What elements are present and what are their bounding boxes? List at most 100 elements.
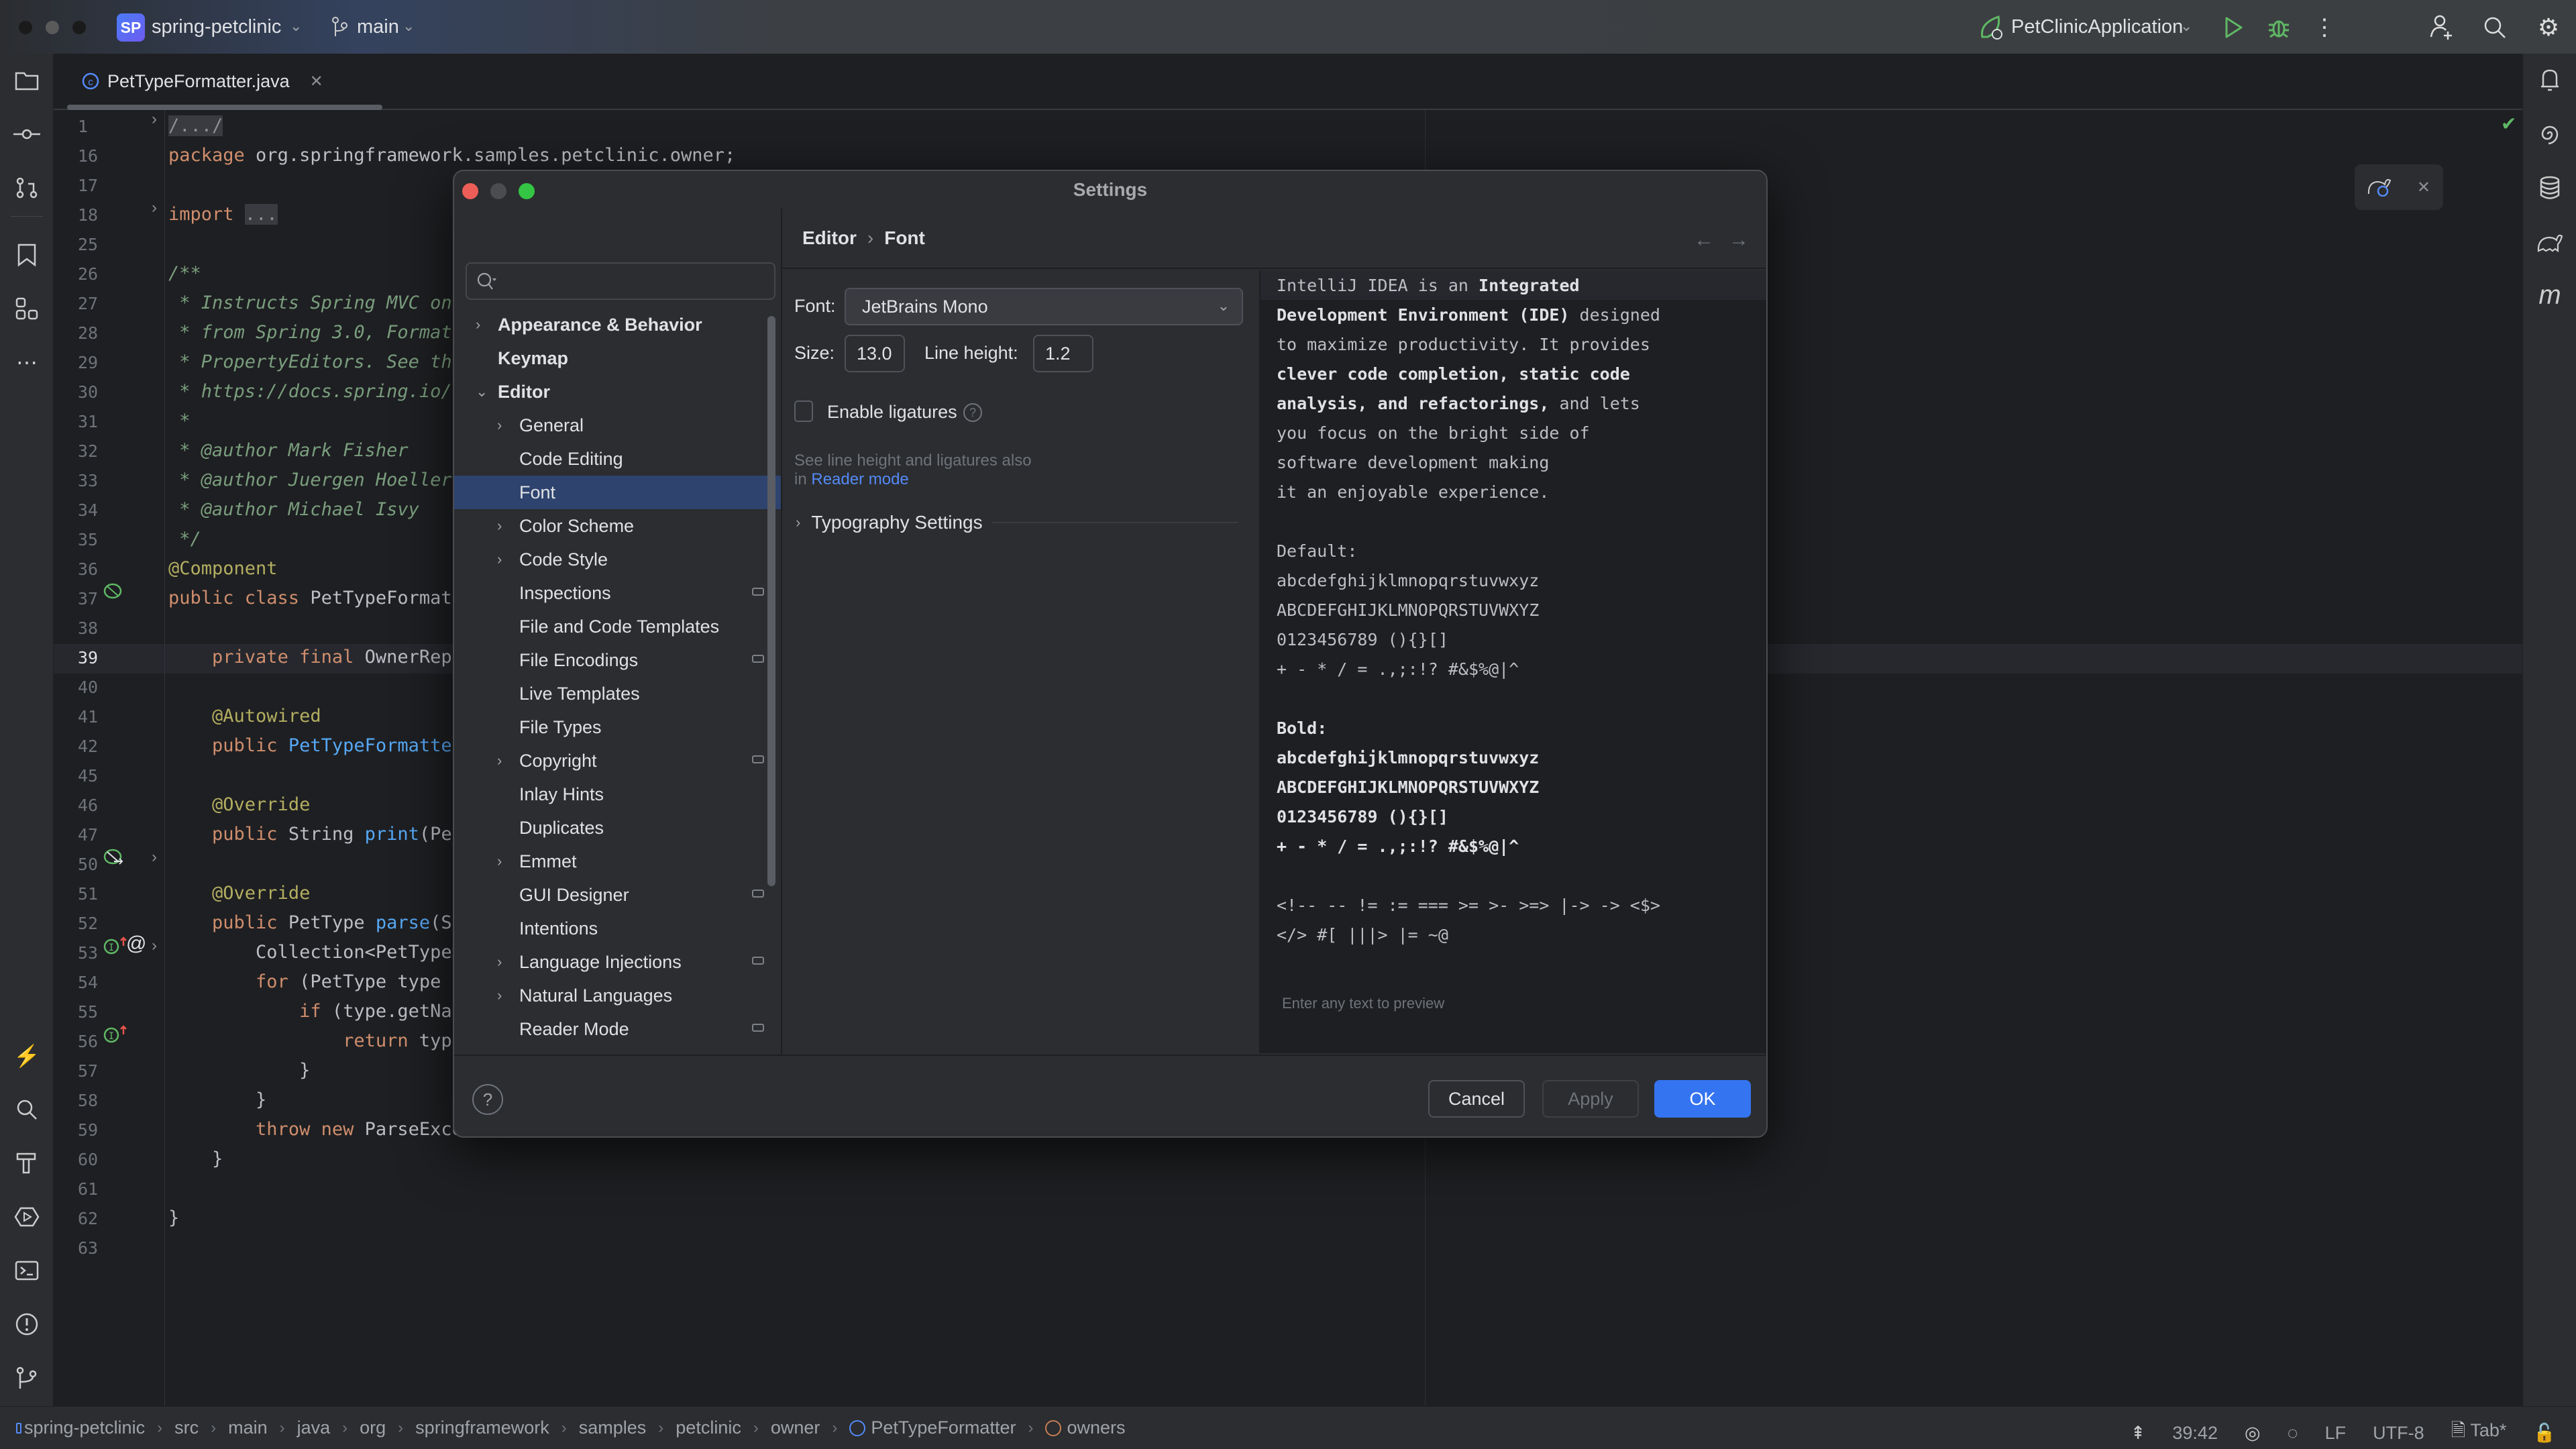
settings-tree-item[interactable]: › Language Injections	[454, 945, 781, 979]
project-folder-icon[interactable]	[11, 64, 43, 97]
breadcrumb-item[interactable]: main	[228, 1417, 268, 1438]
help-button[interactable]: ?	[472, 1084, 503, 1115]
debug-icon[interactable]	[2263, 12, 2294, 43]
breadcrumb-item[interactable]: owners	[1067, 1417, 1125, 1438]
pull-requests-icon[interactable]	[11, 172, 43, 204]
settings-tree-item[interactable]: › Natural Languages	[454, 979, 781, 1012]
tree-scrollbar[interactable]	[767, 316, 775, 886]
terminal-icon[interactable]	[11, 1254, 43, 1287]
run-config-selector[interactable]: PetClinicApplication	[2011, 16, 2183, 38]
fold-chevron-icon[interactable]: ›	[152, 199, 157, 217]
settings-tree-item[interactable]: File Encodings	[454, 643, 781, 677]
font-size-input[interactable]: 13.0	[845, 335, 905, 372]
settings-tree-item[interactable]: Intentions	[454, 912, 781, 945]
leaf-icon[interactable]: ◌	[2288, 1423, 2298, 1444]
reader-mode-link[interactable]: Reader mode	[811, 470, 908, 488]
run-tool-icon[interactable]	[11, 1201, 43, 1233]
breadcrumb-editor[interactable]: Editor	[802, 227, 857, 249]
breadcrumb-item[interactable]: src	[174, 1417, 199, 1438]
settings-tree-item[interactable]: Duplicates	[454, 811, 781, 845]
settings-tree-item[interactable]: Code Editing	[454, 442, 781, 476]
lock-open-icon[interactable]: 🔓	[2533, 1422, 2556, 1444]
font-preview-area[interactable]: IntelliJ IDEA is an Integrated Developmen…	[1259, 270, 1766, 1053]
breadcrumb-item[interactable]: org	[360, 1417, 386, 1438]
fold-chevron-icon[interactable]: ›	[152, 848, 157, 867]
git-icon[interactable]	[11, 1362, 43, 1394]
settings-search-field[interactable]	[466, 262, 775, 300]
more-tool-windows-icon[interactable]: ⋯	[11, 346, 43, 378]
breadcrumb-item[interactable]: java	[297, 1417, 331, 1438]
gradle-elephant-icon[interactable]	[2534, 225, 2566, 258]
settings-tree-item[interactable]: › Copyright	[454, 744, 781, 777]
enable-ligatures-label[interactable]: Enable ligatures	[827, 402, 957, 423]
forward-arrow-icon[interactable]: →	[1729, 229, 1749, 252]
breadcrumb-item[interactable]: samples	[579, 1417, 647, 1438]
maven-icon[interactable]: m	[2534, 279, 2566, 311]
breadcrumb-item[interactable]: springframework	[415, 1417, 549, 1438]
settings-tree-item[interactable]: › Code Style	[454, 543, 781, 576]
more-actions-icon[interactable]: ⋮	[2309, 12, 2340, 43]
settings-tree-item[interactable]: Keymap	[454, 341, 781, 375]
window-zoom-button[interactable]	[72, 21, 86, 34]
endpoint-at-icon[interactable]: @	[126, 932, 146, 955]
ok-button[interactable]: OK	[1654, 1080, 1751, 1118]
project-selector[interactable]: spring-petclinic	[152, 16, 281, 38]
add-user-icon[interactable]	[2426, 12, 2457, 43]
settings-tree-item[interactable]: Live Templates	[454, 677, 781, 710]
settings-tree-item[interactable]: › Emmet	[454, 845, 781, 878]
chevron-right-icon[interactable]: ›	[497, 551, 502, 568]
font-family-dropdown[interactable]: JetBrains Mono ⌄	[845, 288, 1243, 325]
database-icon[interactable]	[2534, 172, 2566, 204]
implements-gutter-icon[interactable]: I	[103, 936, 127, 960]
line-height-input[interactable]: 1.2	[1033, 335, 1093, 372]
chevron-right-icon[interactable]: ›	[497, 417, 502, 434]
settings-tree-item[interactable]: Inlay Hints	[454, 777, 781, 811]
no-problems-check-icon[interactable]: ✔	[2501, 113, 2516, 135]
bookmarks-icon[interactable]	[11, 239, 43, 271]
tab-pettypeformatter[interactable]: c PetTypeFormatter.java ✕	[67, 54, 382, 109]
typography-settings-section[interactable]: › Typography Settings	[796, 512, 1238, 533]
cancel-button[interactable]: Cancel	[1428, 1080, 1525, 1118]
chevron-right-icon[interactable]: ›	[497, 752, 502, 769]
back-arrow-icon[interactable]: ←	[1694, 229, 1714, 252]
enable-ligatures-checkbox[interactable]	[794, 400, 813, 422]
breadcrumb-item[interactable]: owner	[771, 1417, 820, 1438]
window-minimize-button[interactable]	[46, 21, 59, 34]
build-hammer-icon[interactable]	[11, 1147, 43, 1179]
breadcrumb-item[interactable]: petclinic	[676, 1417, 741, 1438]
commit-icon[interactable]	[11, 118, 43, 150]
problems-icon[interactable]	[11, 1308, 43, 1340]
settings-tree-item[interactable]: › Appearance & Behavior	[454, 308, 781, 341]
implements-gutter-icon[interactable]: I	[103, 1025, 127, 1049]
settings-tree-item[interactable]: Inspections	[454, 576, 781, 610]
chevron-down-icon[interactable]: ⌄	[476, 383, 488, 400]
settings-tree-item[interactable]: › General	[454, 409, 781, 442]
gradle-reload-icon[interactable]	[2367, 175, 2392, 200]
settings-tree-item[interactable]: › Color Scheme	[454, 509, 781, 543]
chevron-right-icon[interactable]: ›	[497, 953, 502, 971]
search-icon[interactable]	[2479, 12, 2510, 43]
ai-assistant-spiral-icon[interactable]	[2534, 118, 2566, 150]
structure-icon[interactable]	[11, 292, 43, 325]
breadcrumb-item[interactable]: PetTypeFormatter	[871, 1417, 1016, 1438]
window-close-button[interactable]	[19, 21, 32, 34]
apply-button[interactable]: Apply	[1542, 1080, 1639, 1118]
breadcrumb-item[interactable]: spring-petclinic	[24, 1417, 145, 1438]
branch-selector[interactable]: main	[357, 16, 399, 38]
help-question-icon[interactable]: ?	[963, 403, 982, 422]
file-encoding[interactable]: UTF-8	[2373, 1423, 2424, 1444]
spring-bean-gutter-icon[interactable]	[103, 582, 125, 606]
settings-tree-item[interactable]: GUI Designer	[454, 878, 781, 912]
settings-tree-item[interactable]: ⌄ Editor	[454, 375, 781, 409]
fold-chevron-icon[interactable]: ›	[152, 110, 157, 129]
settings-tree-item[interactable]: Font	[454, 476, 781, 509]
line-ending[interactable]: LF	[2325, 1423, 2347, 1444]
close-popup-icon[interactable]: ✕	[2417, 178, 2430, 197]
settings-tree-item[interactable]: Reader Mode	[454, 1012, 781, 1046]
tab-close-icon[interactable]: ✕	[310, 72, 323, 91]
run-icon[interactable]	[2218, 12, 2249, 43]
caret-position[interactable]: 39:42	[2172, 1423, 2218, 1444]
settings-search-input[interactable]	[504, 264, 759, 299]
autowired-gutter-icon[interactable]	[103, 848, 125, 871]
notifications-bell-icon[interactable]	[2534, 64, 2566, 97]
